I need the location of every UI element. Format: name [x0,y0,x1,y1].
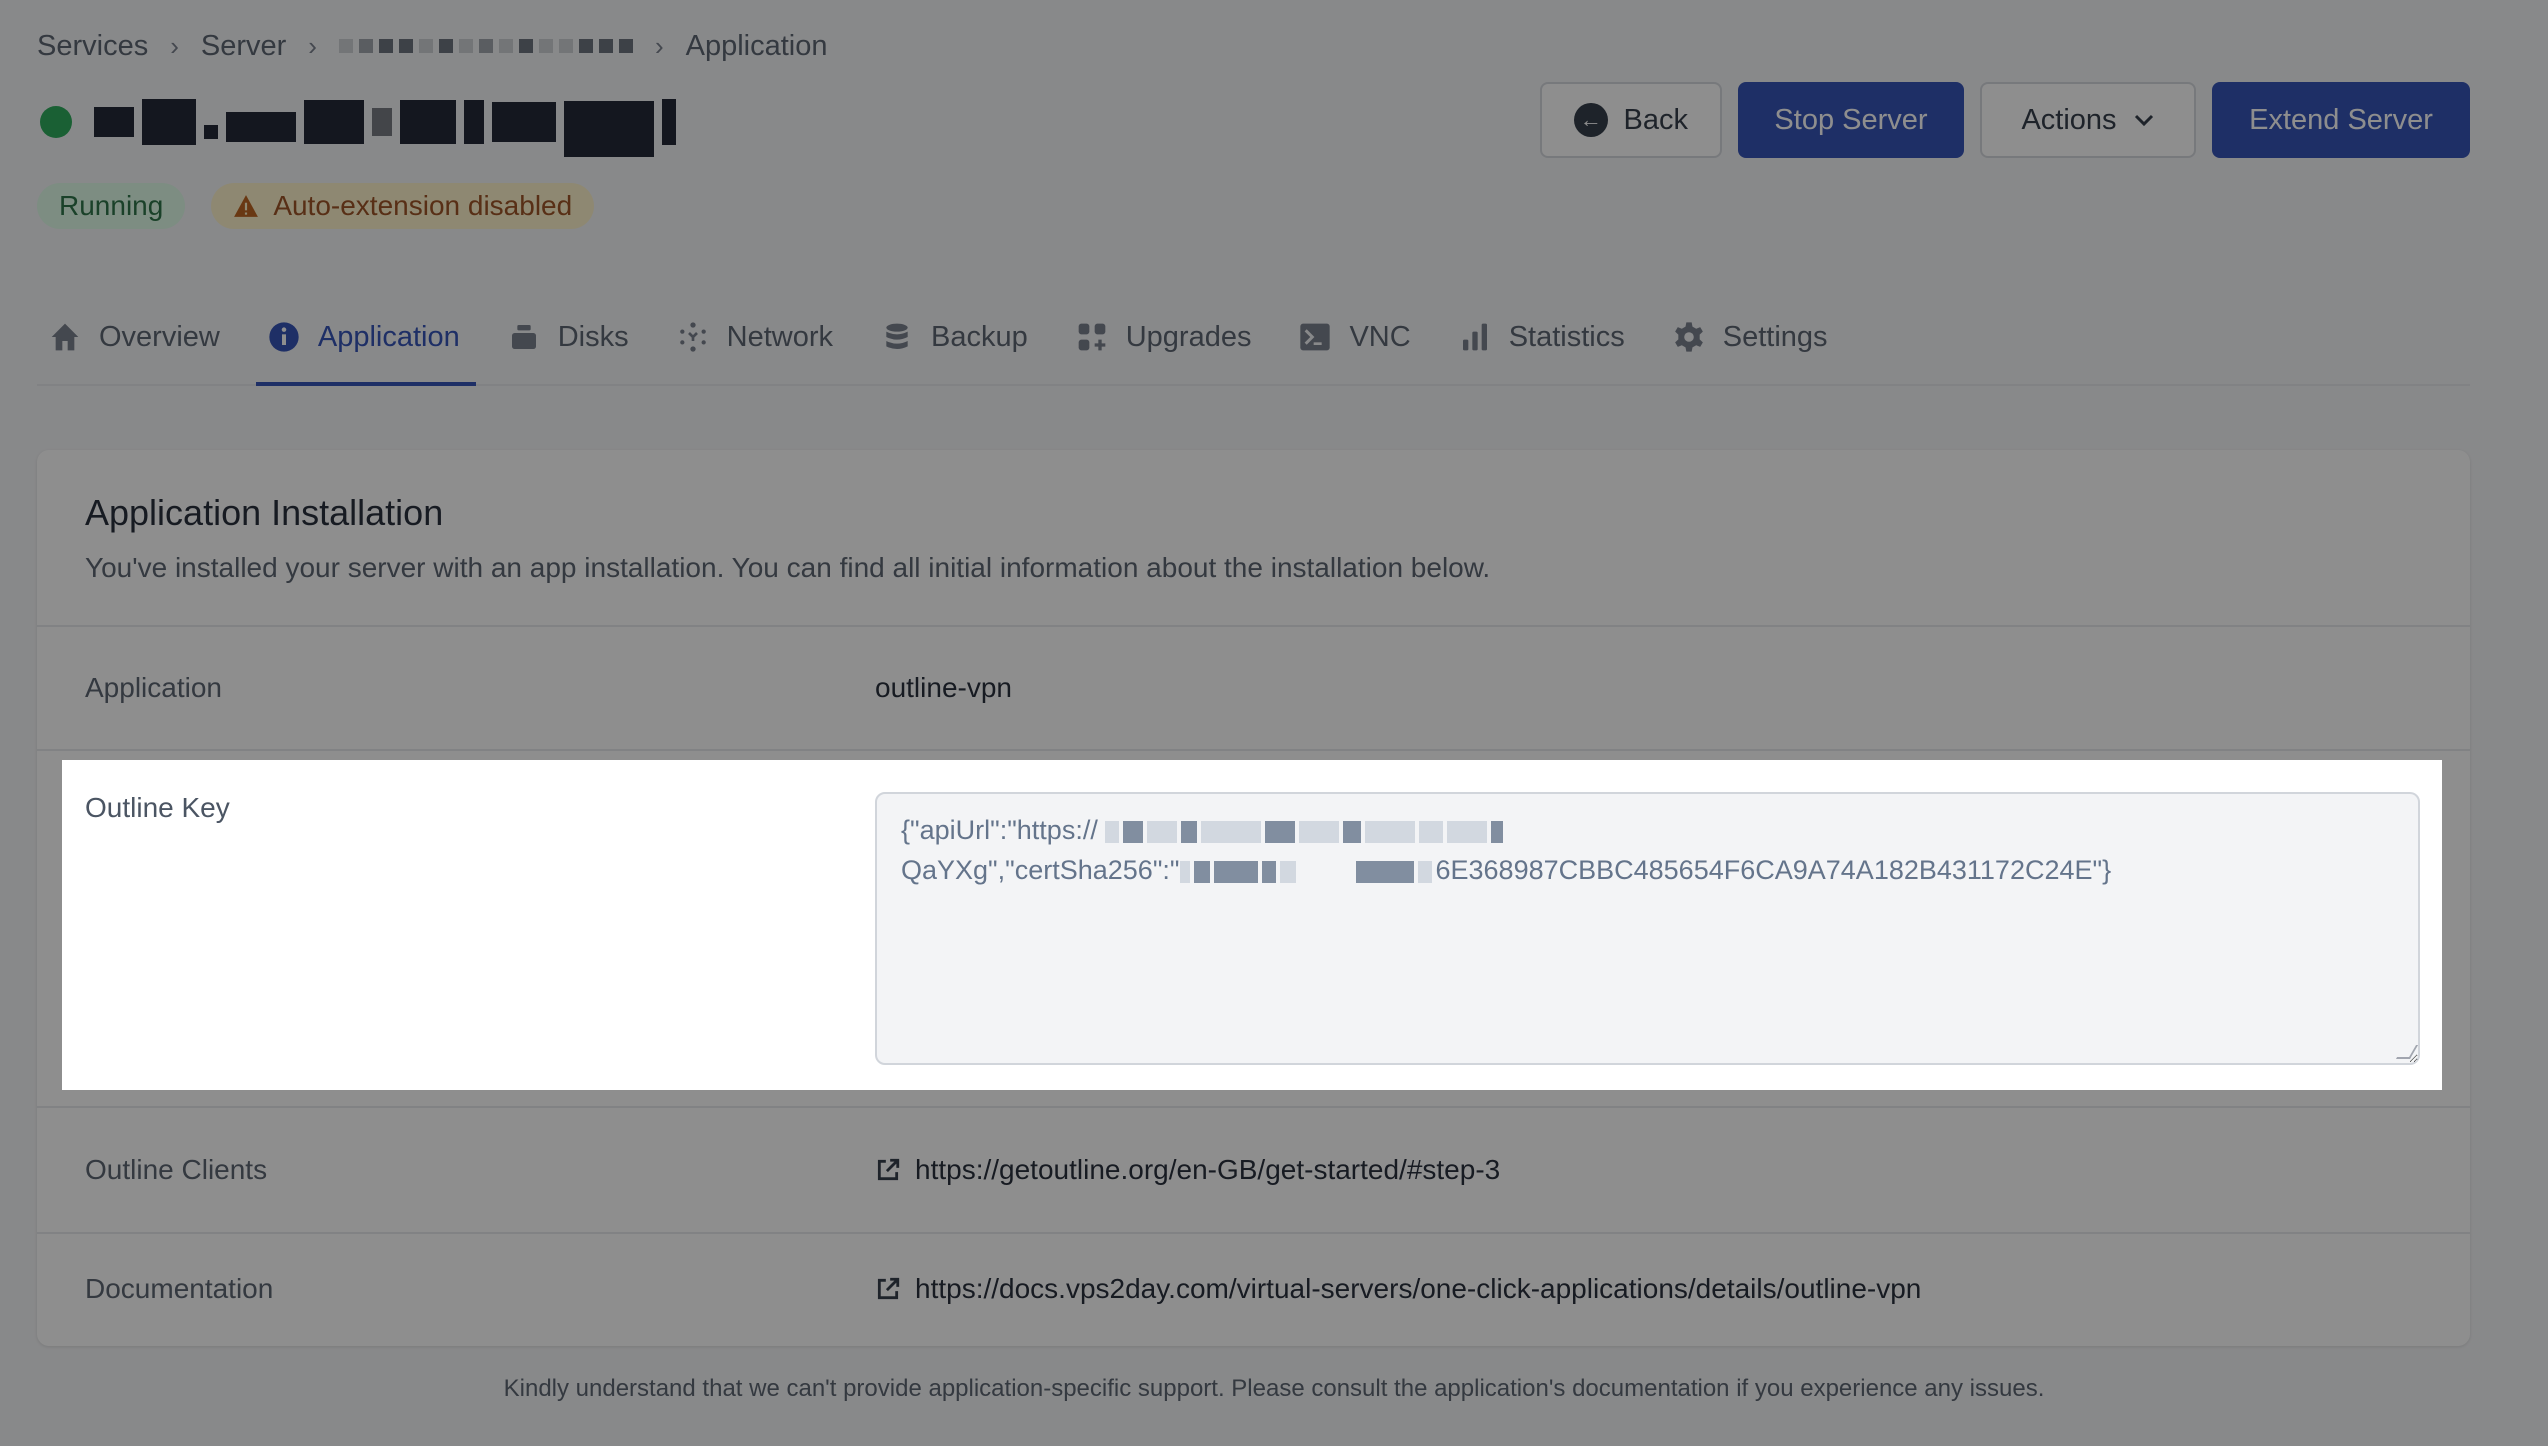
tab-backup[interactable]: Backup [869,290,1044,384]
outline-key-line-1: {"apiUrl":"https:// [901,810,2394,850]
documentation-label: Documentation [85,1273,274,1304]
home-icon [51,323,79,351]
support-disclaimer: Kindly understand that we can't provide … [503,1375,2045,1402]
tab-application[interactable]: Application [255,290,476,386]
auto-extension-badge: Auto-extension disabled [211,183,595,229]
tab-label: Disks [557,320,629,353]
application-row: Application outline-vpn [37,627,2470,751]
disk-icon [511,325,536,349]
chevron-right-icon: › [308,30,317,61]
tab-label: Backup [930,320,1028,353]
running-badge: Running [37,183,186,229]
external-link-icon [877,1277,900,1300]
tab-label: Statistics [1508,320,1625,353]
resize-handle-icon[interactable] [2395,1045,2418,1059]
terminal-icon [1300,323,1331,351]
outline-clients-label: Outline Clients [85,1154,268,1185]
outline-key-line-2: QaYXg","certSha256":" 6E368987CBBC485654F… [901,855,2112,885]
breadcrumb-server[interactable]: Server [201,30,286,63]
bar-chart-icon [1462,323,1487,351]
page: Services › Server › › Application Runnin… [0,0,2548,1446]
tab-bar: Overview Application Disks Network Backu… [37,290,2470,386]
breadcrumb: Services › Server › › Application [37,28,828,64]
chevron-right-icon: › [170,30,179,61]
tab-label: VNC [1349,320,1411,353]
tab-settings[interactable]: Settings [1661,290,1844,384]
actions-dropdown-button[interactable]: Actions [1980,82,2196,158]
status-dot [40,106,72,138]
card-header: Application Installation You've installe… [37,450,2470,627]
card-description: You've installed your server with an app… [85,552,1491,583]
documentation-link[interactable]: https://docs.vps2day.com/virtual-servers… [915,1273,1921,1305]
server-title-row [40,92,676,157]
tab-overview[interactable]: Overview [37,290,236,384]
tab-label: Network [726,320,833,353]
chevron-right-icon: › [654,30,664,61]
outline-key-highlight: Outline Key {"apiUrl":"https:// QaYXg","… [62,760,2442,1090]
breadcrumb-server-name-redacted[interactable] [338,34,633,58]
card-title: Application Installation [85,492,444,533]
status-badges: Running Auto-extension disabled [37,183,595,229]
server-name-redacted [94,92,676,157]
tab-label: Upgrades [1125,320,1252,353]
upgrades-icon [1078,323,1106,351]
breadcrumb-application: Application [685,29,828,62]
tab-label: Overview [99,320,220,353]
stop-server-button[interactable]: Stop Server [1738,82,1964,158]
gear-icon [1674,322,1703,352]
info-icon [269,322,299,352]
external-link-icon [877,1158,900,1181]
chevron-down-icon [2134,114,2153,127]
tab-disks[interactable]: Disks [496,290,645,384]
tab-statistics[interactable]: Statistics [1447,290,1641,384]
database-icon [886,323,908,349]
actions-label: Actions [2021,103,2117,136]
header-actions: ← Back Stop Server Actions Extend Server [1540,82,2470,158]
network-icon [679,322,706,352]
back-label: Back [1623,103,1688,136]
outline-key-label: Outline Key [85,792,230,823]
back-button[interactable]: ← Back [1540,82,1722,158]
tab-upgrades[interactable]: Upgrades [1064,290,1268,384]
outline-clients-link[interactable]: https://getoutline.org/en-GB/get-started… [915,1154,1500,1186]
warning-icon [234,195,259,217]
application-value: outline-vpn [875,672,1012,703]
tab-vnc[interactable]: VNC [1287,290,1426,384]
tab-label: Settings [1722,320,1828,353]
documentation-row: Documentation https://docs.vps2day.com/v… [37,1234,2470,1344]
tab-label: Application [317,320,460,353]
outline-clients-row: Outline Clients https://getoutline.org/e… [37,1108,2470,1234]
auto-extension-label: Auto-extension disabled [273,190,573,221]
arrow-left-circle-icon: ← [1574,103,1608,137]
outline-key-textarea[interactable]: {"apiUrl":"https:// QaYXg","certSha256":… [875,792,2420,1065]
breadcrumb-services[interactable]: Services [37,30,148,63]
tab-network[interactable]: Network [665,290,849,384]
extend-server-button[interactable]: Extend Server [2212,82,2470,158]
application-label: Application [85,672,222,703]
